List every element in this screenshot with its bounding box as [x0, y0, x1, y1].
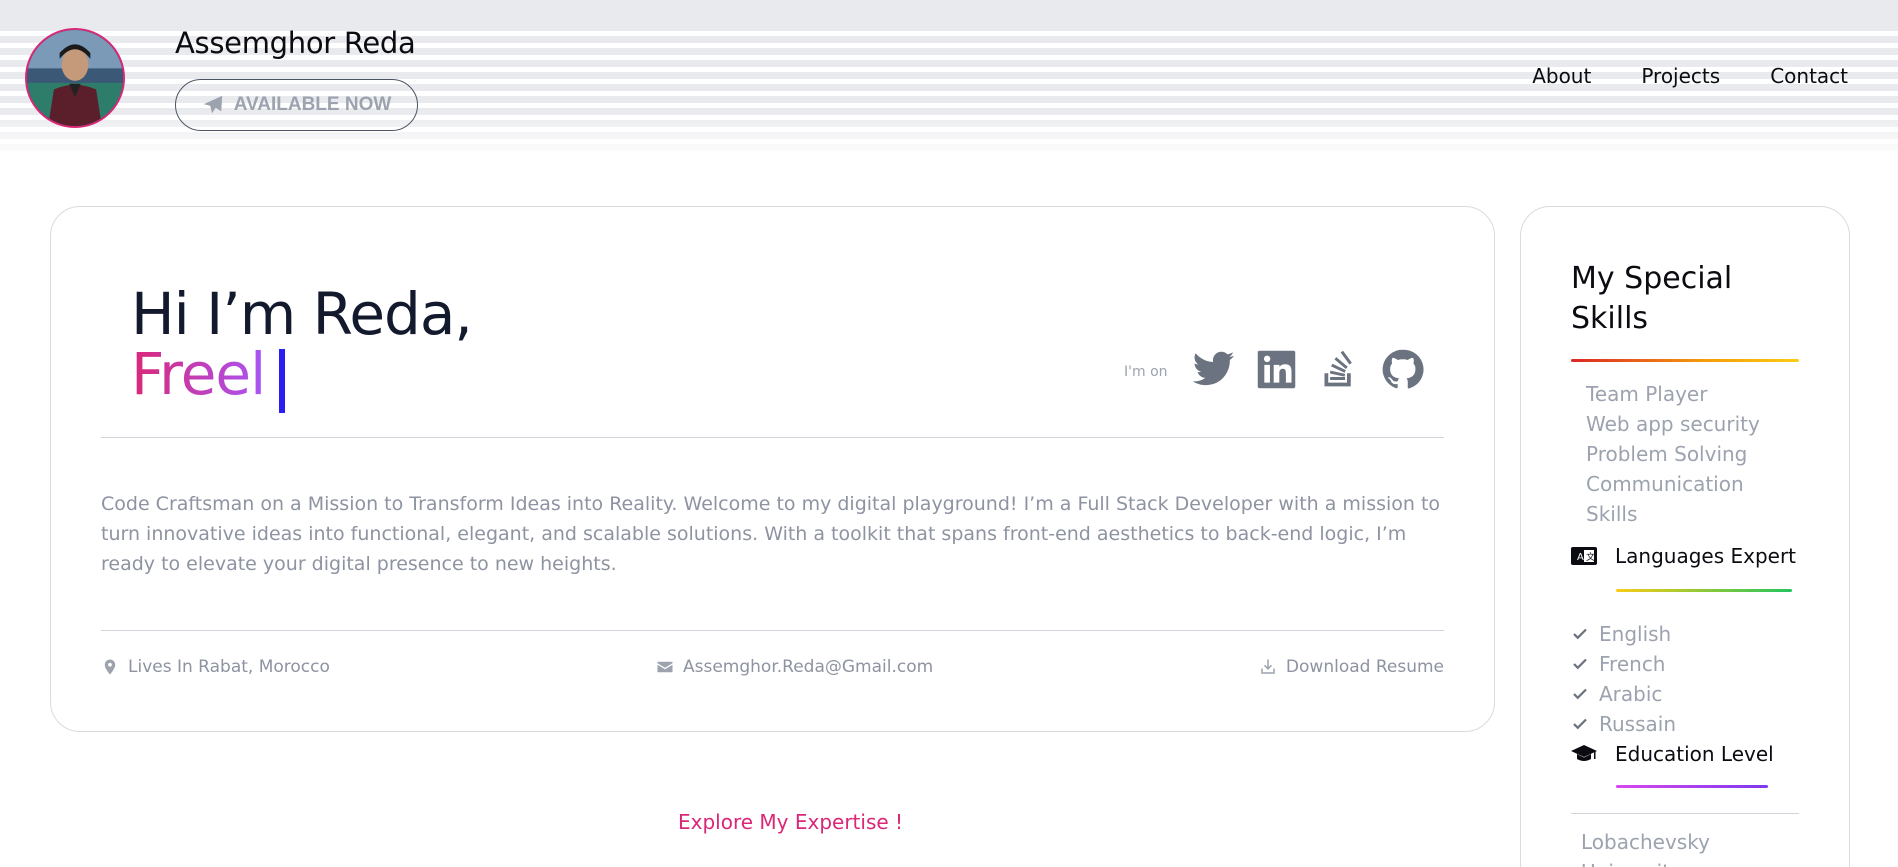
hero-greeting: Hi I’m Reda, — [131, 280, 473, 348]
language-label: Russain — [1599, 712, 1677, 736]
education-text: Lobachevsky University — [1581, 830, 1710, 867]
language-label: French — [1599, 652, 1666, 676]
check-icon — [1573, 658, 1587, 670]
paper-plane-icon — [203, 95, 222, 114]
main-nav: About Projects Contact — [1532, 64, 1848, 88]
skills-list: Team Player Web app security Problem Sol… — [1586, 379, 1760, 529]
translate-icon: A 文 — [1571, 547, 1597, 565]
available-now-button[interactable]: AVAILABLE NOW — [175, 79, 418, 131]
typing-caret — [279, 349, 285, 413]
map-pin-icon — [104, 659, 116, 675]
list-item: English — [1571, 619, 1676, 649]
languages-heading-label: Languages Expert — [1615, 544, 1797, 568]
list-item: Team Player — [1586, 382, 1708, 406]
languages-underline — [1616, 589, 1792, 592]
languages-heading: A 文 Languages Expert — [1571, 544, 1796, 568]
linkedin-icon[interactable] — [1254, 347, 1299, 392]
email-info[interactable]: Assemghor.Reda@Gmail.com — [656, 657, 933, 677]
svg-text:文: 文 — [1586, 551, 1595, 563]
nav-about[interactable]: About — [1532, 64, 1591, 88]
twitter-icon[interactable] — [1191, 347, 1236, 392]
divider — [101, 630, 1444, 631]
email-text[interactable]: Assemghor.Reda@Gmail.com — [683, 657, 933, 677]
check-icon — [1573, 718, 1587, 730]
download-resume-link[interactable]: Download Resume — [1259, 657, 1444, 677]
nav-contact[interactable]: Contact — [1770, 64, 1848, 88]
location-text: Lives In Rabat, Morocco — [128, 657, 330, 677]
graduation-cap-icon — [1571, 745, 1597, 761]
language-label: English — [1599, 622, 1672, 646]
check-icon — [1573, 688, 1587, 700]
list-item: Problem Solving — [1586, 442, 1748, 466]
download-icon — [1261, 659, 1275, 674]
github-icon[interactable] — [1380, 347, 1425, 392]
avatar — [25, 28, 125, 128]
list-item: Skills — [1586, 502, 1638, 526]
language-label: Arabic — [1599, 682, 1663, 706]
education-heading: Education Level — [1571, 742, 1774, 766]
list-item: Web app security — [1586, 412, 1760, 436]
title-underline — [1571, 359, 1799, 362]
svg-text:A: A — [1577, 552, 1584, 563]
list-item: Communication — [1586, 472, 1744, 496]
nav-projects[interactable]: Projects — [1641, 64, 1720, 88]
site-header: Assemghor Reda AVAILABLE NOW About Proje… — [0, 0, 1898, 154]
divider — [1571, 813, 1799, 814]
download-resume-label[interactable]: Download Resume — [1286, 657, 1444, 677]
avatar-photo — [27, 30, 123, 126]
location-info: Lives In Rabat, Morocco — [101, 657, 330, 677]
explore-expertise-link[interactable]: Explore My Expertise ! — [678, 810, 903, 834]
education-underline — [1616, 785, 1768, 788]
bio-text: Code Craftsman on a Mission to Transform… — [101, 493, 1441, 575]
hero-typed-text: Freel — [131, 340, 266, 408]
stackoverflow-icon[interactable] — [1317, 347, 1362, 392]
list-item: Arabic — [1571, 679, 1676, 709]
im-on-label: I'm on — [1124, 364, 1168, 380]
list-item: Russain — [1571, 709, 1676, 739]
skills-card: My Special Skills Team Player Web app se… — [1520, 206, 1850, 867]
site-name: Assemghor Reda — [175, 26, 416, 60]
languages-list: English French Arabic Russain — [1571, 619, 1676, 739]
envelope-icon — [657, 661, 673, 673]
check-icon — [1573, 628, 1587, 640]
intro-card: Hi I’m Reda, Freel I'm on Code Craftsman… — [50, 206, 1495, 732]
list-item: French — [1571, 649, 1676, 679]
education-heading-label: Education Level — [1615, 742, 1774, 766]
available-now-label: AVAILABLE NOW — [233, 94, 392, 115]
skills-title: My Special Skills — [1571, 261, 1733, 336]
divider — [101, 437, 1444, 438]
social-links — [1191, 347, 1425, 392]
